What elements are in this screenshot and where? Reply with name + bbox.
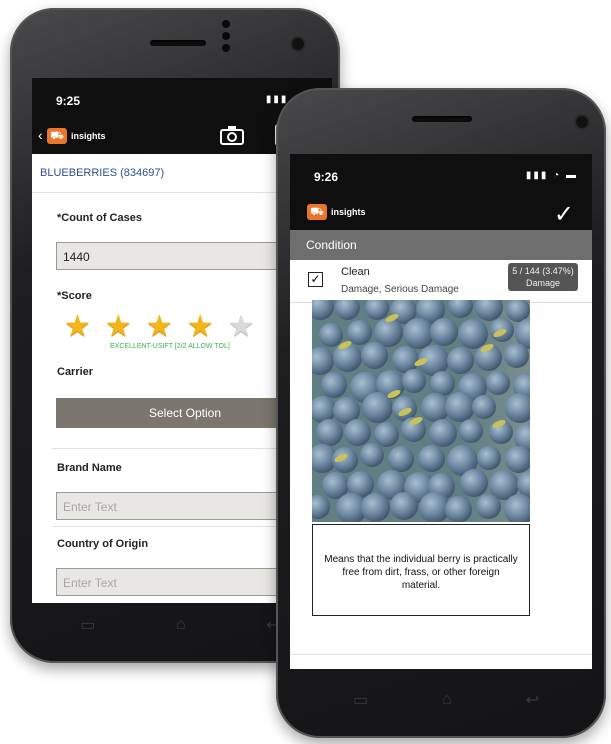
star-icon[interactable]: ★	[64, 312, 91, 342]
berry	[429, 317, 458, 346]
berry	[312, 346, 335, 375]
condition-subtitle: Damage, Serious Damage	[341, 284, 459, 295]
front-camera	[576, 116, 588, 128]
sensor-dot	[222, 20, 230, 28]
condition-row[interactable]: ✓ Clean Damage, Serious Damage 5 / 144 (…	[290, 260, 592, 303]
berry	[486, 370, 511, 395]
breadcrumb[interactable]: BLUEBERRIES (834697)	[40, 167, 164, 179]
berry	[318, 322, 343, 347]
berry	[312, 494, 331, 519]
damage-count: 5 / 144 (3.47%)	[512, 266, 574, 276]
berry	[503, 494, 530, 522]
earpiece	[412, 116, 472, 122]
berry	[401, 369, 426, 394]
checkbox-checked-icon[interactable]: ✓	[308, 272, 323, 287]
score-note: EXCELLENT-USIFT [2/2 ALLOW TOL]	[110, 343, 230, 350]
confirm-check-icon[interactable]: ✓	[554, 200, 574, 229]
recents-icon[interactable]: ▭	[80, 615, 95, 635]
status-bar: 9:26 ▮▮▮ ◔ ▬	[290, 154, 592, 194]
star-icon[interactable]: ★	[105, 312, 132, 342]
carrier-label: Carrier	[57, 366, 94, 378]
country-of-origin-label: Country of Origin	[57, 538, 149, 550]
berry	[332, 343, 362, 373]
berry	[316, 418, 344, 446]
damage-badge: 5 / 144 (3.47%) Damage	[508, 263, 578, 291]
berry	[365, 300, 390, 320]
condition-name: Clean	[341, 266, 370, 278]
berry	[505, 392, 530, 423]
app-logo: ⛟	[307, 204, 327, 220]
berry	[373, 421, 399, 447]
nav-keys: ▭ ⌂ ↩	[316, 688, 576, 712]
berry	[312, 300, 335, 320]
condition-description: Means that the individual berry is pract…	[312, 524, 530, 616]
sensor-dot	[222, 32, 230, 40]
berry	[418, 445, 446, 473]
berry	[320, 372, 347, 399]
camera-icon[interactable]	[220, 125, 244, 145]
damage-label: Damage	[525, 278, 561, 288]
front-camera	[292, 38, 304, 50]
berry	[428, 419, 457, 448]
count-of-cases-label: *Count of Cases	[57, 212, 142, 224]
blueberry-photo	[312, 300, 530, 522]
berry	[430, 371, 456, 397]
divider	[290, 654, 592, 655]
berry	[389, 492, 418, 521]
app-title: insights	[71, 131, 106, 141]
berry	[344, 419, 372, 447]
star-icon[interactable]: ★	[146, 312, 173, 342]
sensor-dot	[222, 44, 230, 52]
berry	[361, 493, 390, 522]
berry	[360, 342, 388, 370]
app-bar: ⛟ insights ✓	[290, 194, 592, 230]
score-label: *Score	[57, 290, 92, 302]
back-icon[interactable]: ↩	[526, 690, 539, 710]
status-time: 9:25	[56, 94, 81, 108]
berry	[388, 445, 415, 472]
status-icons: ▮▮▮ ◔ ▬	[525, 170, 578, 181]
home-icon[interactable]: ⌂	[176, 616, 186, 634]
section-title: Condition	[290, 230, 592, 260]
recents-icon[interactable]: ▭	[353, 690, 368, 710]
score-rating[interactable]: ★ ★ ★ ★ ★	[64, 312, 269, 342]
status-time: 9:26	[314, 170, 339, 184]
berry	[446, 347, 474, 375]
home-icon[interactable]: ⌂	[442, 691, 452, 709]
app-title: insights	[331, 207, 366, 217]
star-icon[interactable]: ★	[187, 312, 214, 342]
star-empty-icon[interactable]: ★	[228, 312, 255, 342]
berry	[360, 443, 385, 468]
app-logo: ⛟	[47, 128, 67, 144]
chevron-left-icon[interactable]: ‹	[38, 127, 43, 143]
screen-condition-detail: 9:26 ▮▮▮ ◔ ▬ ⛟ insights ✓ Condition ✓ Cl…	[290, 154, 592, 669]
brand-name-label: Brand Name	[57, 462, 122, 474]
berry	[505, 446, 530, 474]
berry	[334, 300, 360, 321]
earpiece	[150, 40, 206, 46]
berry	[445, 495, 473, 522]
phone-device-right: 9:26 ▮▮▮ ◔ ▬ ⛟ insights ✓ Condition ✓ Cl…	[276, 88, 606, 738]
